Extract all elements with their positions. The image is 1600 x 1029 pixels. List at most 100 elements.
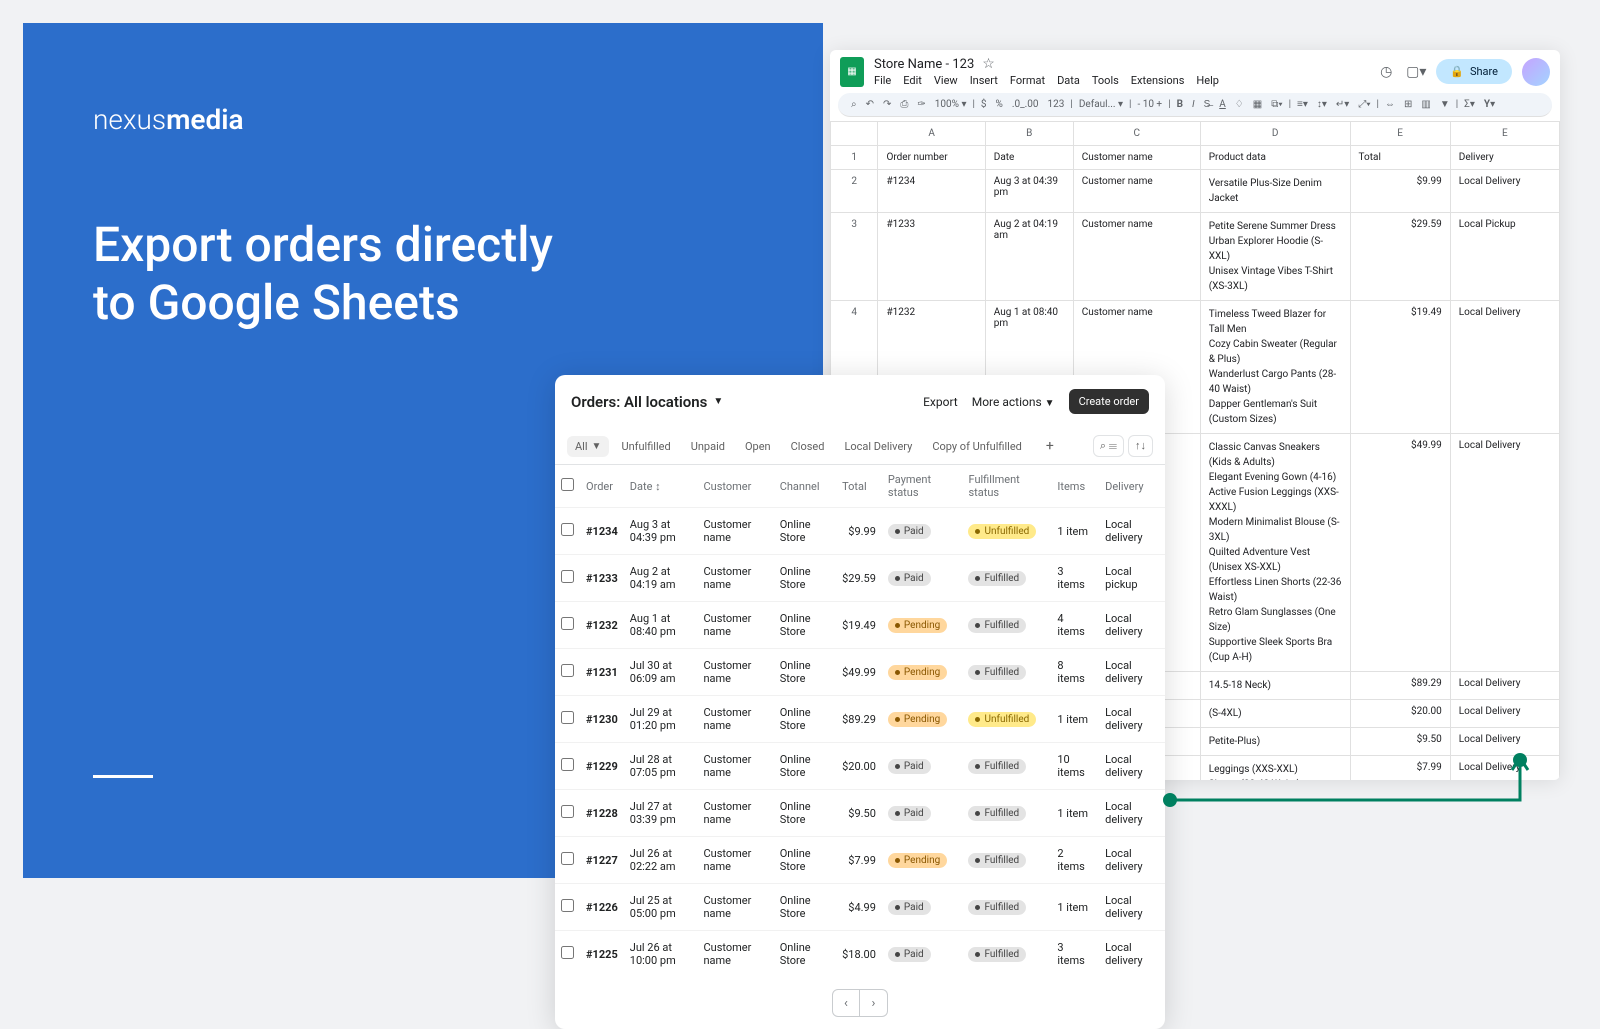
- order-row[interactable]: #1234Aug 3 at 04:39 pmCustomer nameOnlin…: [555, 508, 1165, 555]
- avatar[interactable]: [1522, 58, 1550, 86]
- tab-local-delivery[interactable]: Local Delivery: [836, 436, 920, 457]
- link-icon[interactable]: ⇔: [1382, 97, 1398, 112]
- valign-icon[interactable]: ↕▾: [1314, 97, 1330, 112]
- tab-copy-of-unfulfilled[interactable]: Copy of Unfulfilled: [924, 436, 1030, 457]
- bold-icon[interactable]: B: [1174, 97, 1186, 112]
- col-items[interactable]: Items: [1051, 465, 1099, 508]
- col-header[interactable]: A: [878, 122, 985, 146]
- col-header[interactable]: E: [1450, 122, 1559, 146]
- col-payment-status[interactable]: Payment status: [882, 465, 963, 508]
- menu-extensions[interactable]: Extensions: [1131, 74, 1185, 87]
- redo-icon[interactable]: ↷: [880, 97, 894, 112]
- order-row[interactable]: #1232Aug 1 at 08:40 pmCustomer nameOnlin…: [555, 602, 1165, 649]
- menu-file[interactable]: File: [874, 74, 891, 87]
- paint-format-icon[interactable]: ✑: [914, 97, 928, 112]
- header-cell[interactable]: 1: [831, 146, 878, 170]
- sort-button[interactable]: ↑↓: [1128, 435, 1153, 457]
- create-order-button[interactable]: Create order: [1069, 389, 1149, 414]
- order-row[interactable]: #1230Jul 29 at 01:20 pmCustomer nameOnli…: [555, 696, 1165, 743]
- history-icon[interactable]: ◷: [1376, 62, 1396, 82]
- format-button[interactable]: 123: [1045, 97, 1068, 112]
- header-cell[interactable]: Customer name: [1073, 146, 1200, 170]
- tab-open[interactable]: Open: [737, 436, 779, 457]
- merge-icon[interactable]: ⧉▾: [1268, 97, 1285, 112]
- add-tab-button[interactable]: +: [1038, 434, 1062, 458]
- font-size[interactable]: - 10 +: [1134, 97, 1165, 112]
- filter-icon[interactable]: ▼: [1437, 97, 1453, 112]
- prev-page-button[interactable]: ‹: [832, 989, 860, 1017]
- order-row[interactable]: #1228Jul 27 at 03:39 pmCustomer nameOnli…: [555, 790, 1165, 837]
- comment-add-icon[interactable]: ⊞: [1401, 97, 1415, 112]
- currency-button[interactable]: $: [978, 97, 990, 112]
- chart-icon[interactable]: ▥: [1418, 97, 1433, 112]
- orders-title[interactable]: Orders: All locations ▼: [571, 393, 723, 411]
- percent-button[interactable]: %: [993, 97, 1006, 112]
- header-cell[interactable]: Total: [1350, 146, 1450, 170]
- header-cell[interactable]: Date: [985, 146, 1073, 170]
- row-checkbox[interactable]: [561, 617, 574, 630]
- italic-icon[interactable]: I: [1189, 97, 1198, 112]
- col-header[interactable]: B: [985, 122, 1073, 146]
- row-num[interactable]: 2: [831, 170, 878, 213]
- col-delivery[interactable]: Delivery: [1099, 465, 1165, 508]
- row-checkbox[interactable]: [561, 523, 574, 536]
- tab-all[interactable]: All ▼: [567, 436, 609, 457]
- decimal-button[interactable]: .0_.00: [1009, 97, 1042, 112]
- row-checkbox[interactable]: [561, 805, 574, 818]
- print-icon[interactable]: ⎙: [897, 97, 911, 112]
- menu-format[interactable]: Format: [1010, 74, 1045, 87]
- col-header[interactable]: [831, 122, 878, 146]
- col-total[interactable]: Total: [836, 465, 882, 508]
- strike-icon[interactable]: S̶: [1201, 97, 1214, 112]
- tab-unpaid[interactable]: Unpaid: [683, 436, 733, 457]
- next-page-button[interactable]: ›: [860, 989, 888, 1017]
- row-checkbox[interactable]: [561, 711, 574, 724]
- row-checkbox[interactable]: [561, 758, 574, 771]
- col-header[interactable]: D: [1200, 122, 1350, 146]
- more-toolbar-icon[interactable]: Y▾: [1481, 97, 1498, 112]
- header-cell[interactable]: Product data: [1200, 146, 1350, 170]
- search-filter-button[interactable]: ⌕ ☰: [1093, 435, 1124, 457]
- borders-icon[interactable]: ▦: [1250, 97, 1265, 112]
- row-checkbox[interactable]: [561, 664, 574, 677]
- menu-help[interactable]: Help: [1196, 74, 1219, 87]
- menu-data[interactable]: Data: [1057, 74, 1080, 87]
- col-order[interactable]: Order: [580, 465, 624, 508]
- col-header[interactable]: C: [1073, 122, 1200, 146]
- col-channel[interactable]: Channel: [774, 465, 836, 508]
- row-checkbox[interactable]: [561, 852, 574, 865]
- undo-icon[interactable]: ↶: [863, 97, 877, 112]
- menu-view[interactable]: View: [934, 74, 958, 87]
- select-all-checkbox[interactable]: [561, 478, 574, 491]
- order-row[interactable]: #1225Jul 26 at 10:00 pmCustomer nameOnli…: [555, 931, 1165, 978]
- tab-closed[interactable]: Closed: [783, 436, 833, 457]
- export-link[interactable]: Export: [923, 395, 958, 409]
- order-row[interactable]: #1233Aug 2 at 04:19 amCustomer nameOnlin…: [555, 555, 1165, 602]
- tab-unfulfilled[interactable]: Unfulfilled: [613, 436, 678, 457]
- zoom-select[interactable]: 100% ▾: [932, 97, 970, 112]
- order-row[interactable]: #1231Jul 30 at 06:09 amCustomer nameOnli…: [555, 649, 1165, 696]
- menu-tools[interactable]: Tools: [1092, 74, 1119, 87]
- wrap-icon[interactable]: ↵▾: [1333, 97, 1352, 112]
- menu-edit[interactable]: Edit: [903, 74, 922, 87]
- menu-insert[interactable]: Insert: [970, 74, 998, 87]
- font-select[interactable]: Defaul... ▾: [1076, 97, 1126, 112]
- order-row[interactable]: #1227Jul 26 at 02:22 amCustomer nameOnli…: [555, 837, 1165, 884]
- star-icon[interactable]: ☆: [982, 56, 995, 72]
- row-num[interactable]: 3: [831, 213, 878, 301]
- rotate-icon[interactable]: ⤢▾: [1355, 97, 1373, 112]
- search-icon[interactable]: ⌕: [848, 97, 860, 112]
- comment-icon[interactable]: ▢▾: [1406, 62, 1426, 82]
- more-actions-link[interactable]: More actions ▼: [972, 395, 1055, 409]
- col-fulfillment-status[interactable]: Fulfillment status: [962, 465, 1051, 508]
- row-checkbox[interactable]: [561, 570, 574, 583]
- order-row[interactable]: #1229Jul 28 at 07:05 pmCustomer nameOnli…: [555, 743, 1165, 790]
- row-checkbox[interactable]: [561, 946, 574, 959]
- functions-icon[interactable]: Σ▾: [1461, 97, 1478, 112]
- sheets-title[interactable]: Store Name - 123☆: [874, 56, 1366, 72]
- col-date[interactable]: Date ↕: [624, 465, 698, 508]
- row-checkbox[interactable]: [561, 899, 574, 912]
- col-customer[interactable]: Customer: [697, 465, 773, 508]
- align-icon[interactable]: ≡▾: [1294, 97, 1311, 112]
- header-cell[interactable]: Delivery: [1450, 146, 1559, 170]
